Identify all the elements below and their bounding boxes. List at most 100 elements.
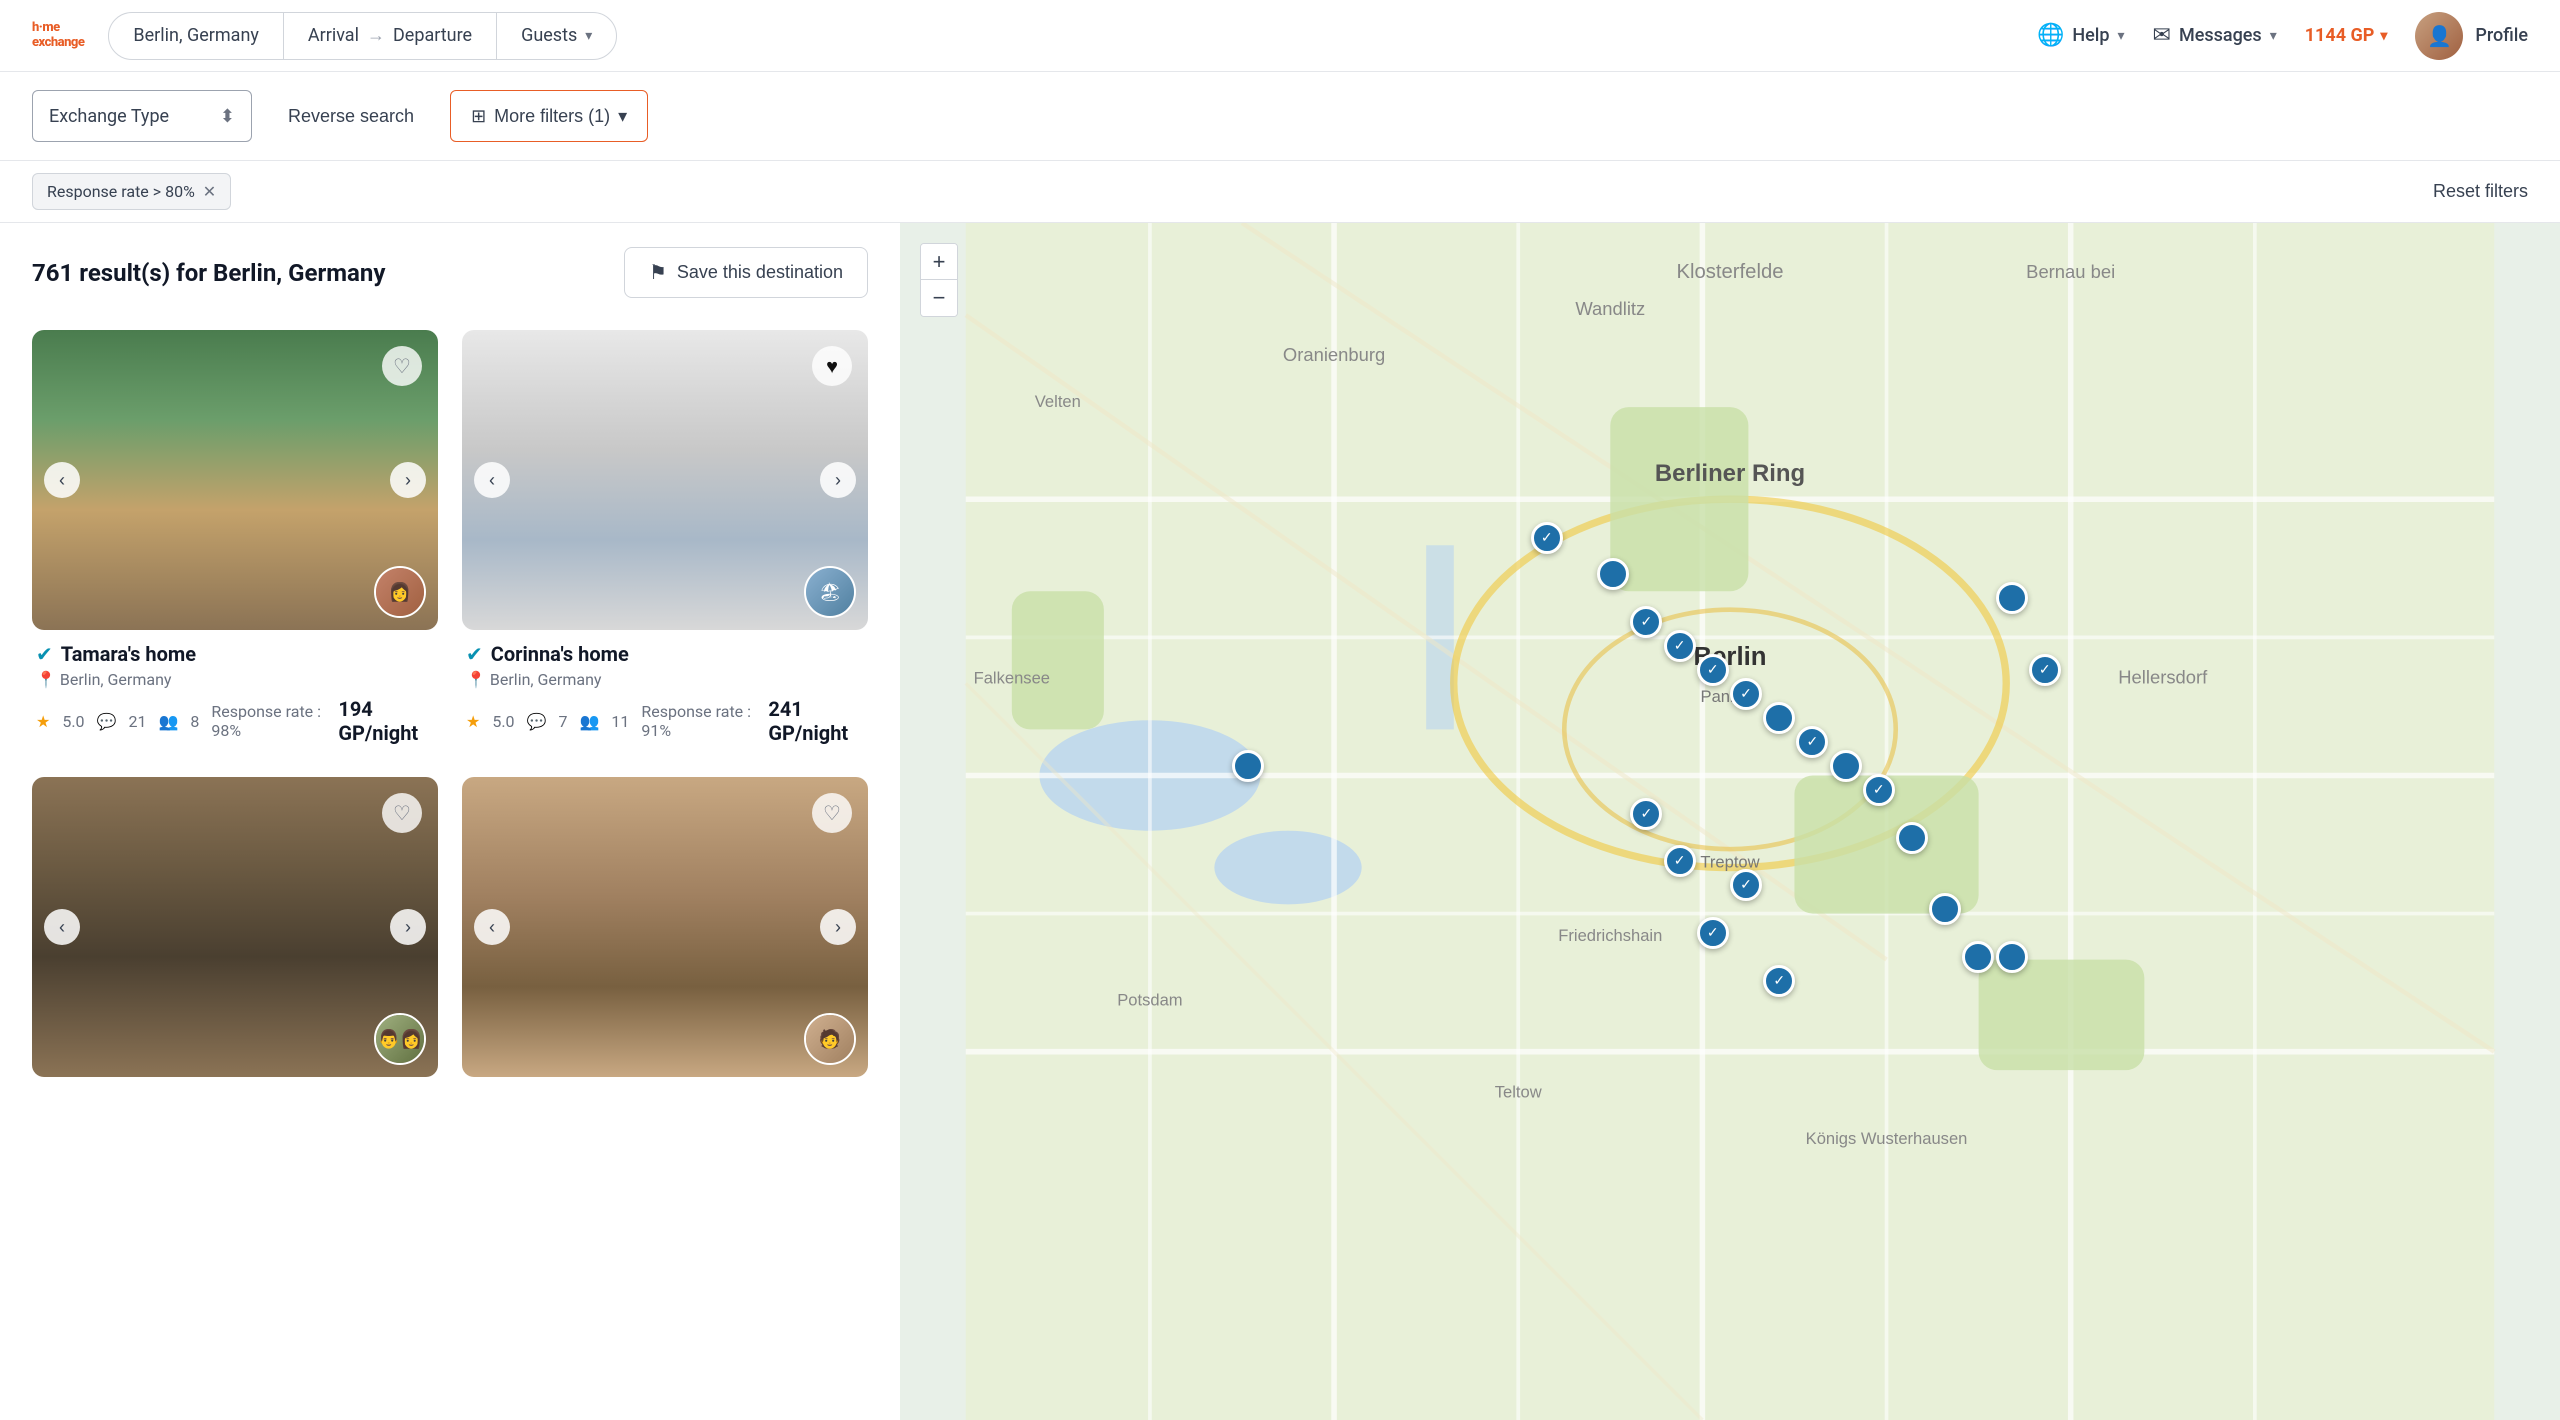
map-pin[interactable]: ✓ — [1863, 774, 1895, 806]
listing-title-row: ✔ Tamara's home — [36, 642, 434, 666]
guests-input[interactable]: Guests ▾ — [497, 13, 616, 59]
messages-button[interactable]: ✉ Messages ▾ — [2153, 23, 2277, 48]
listing-image-wrap: ‹ › ♥ 🏖 — [462, 330, 868, 630]
listings-panel: 761 result(s) for Berlin, Germany ⚑ Save… — [0, 223, 900, 1420]
next-image-button[interactable]: › — [390, 909, 426, 945]
zoom-in-button[interactable]: + — [921, 244, 957, 280]
map-pin[interactable] — [1896, 822, 1928, 854]
save-destination-button[interactable]: ⚑ Save this destination — [624, 247, 868, 298]
map-pin[interactable]: ✓ — [1796, 726, 1828, 758]
listing-image-wrap: ‹ › ♡ 👨‍👩‍ — [32, 777, 438, 1077]
logo-line2: exchange — [32, 36, 84, 50]
listing-price: 194 GP/night — [338, 697, 434, 745]
svg-text:Teltow: Teltow — [1495, 1083, 1542, 1102]
exchange-type-chevron-icon: ⬍ — [220, 106, 235, 127]
reverse-search-button[interactable]: Reverse search — [268, 90, 434, 142]
response-rate-filter-tag[interactable]: Response rate > 80% ✕ — [32, 173, 231, 210]
listing-info: ✔ Tamara's home 📍 Berlin, Germany ★ 5.0 … — [32, 630, 438, 753]
location-icon: 📍 — [466, 670, 486, 689]
reviews-icon: 💬 — [97, 712, 117, 731]
svg-text:Königs Wusterhausen: Königs Wusterhausen — [1806, 1129, 1968, 1148]
guests-chevron-icon: ▾ — [585, 28, 592, 44]
map-pin[interactable]: ✓ — [2029, 654, 2061, 686]
more-filters-chevron-icon: ▾ — [618, 106, 627, 127]
map-pin[interactable]: ✓ — [1664, 630, 1696, 662]
favorite-button[interactable]: ♡ — [812, 793, 852, 833]
prev-image-button[interactable]: ‹ — [44, 909, 80, 945]
svg-text:Berliner Ring: Berliner Ring — [1655, 460, 1805, 487]
map-pin[interactable] — [1830, 750, 1862, 782]
map-pin[interactable]: ✓ — [1531, 522, 1563, 554]
map-pin[interactable]: ✓ — [1697, 654, 1729, 686]
prev-image-button[interactable]: ‹ — [474, 462, 510, 498]
listing-card[interactable]: ‹ › ♡ 👨‍👩‍ — [32, 777, 438, 1167]
svg-text:Treptow: Treptow — [1700, 853, 1759, 872]
listing-card[interactable]: ‹ › ♡ 👩 ✔ Tamara's home 📍 Berlin, German… — [32, 330, 438, 753]
host-avatar: 👩 — [374, 566, 426, 618]
map-pin[interactable] — [1996, 582, 2028, 614]
listing-location: 📍 Berlin, Germany — [466, 670, 864, 689]
map-pin[interactable] — [1996, 941, 2028, 973]
verified-icon: ✔ — [36, 642, 53, 666]
profile-button[interactable]: 👤 Profile — [2415, 12, 2528, 60]
favorite-button[interactable]: ♥ — [812, 346, 852, 386]
listings-grid: ‹ › ♡ 👩 ✔ Tamara's home 📍 Berlin, German… — [0, 318, 900, 1179]
results-count: 761 result(s) for Berlin, Germany — [32, 259, 385, 287]
search-bar: Berlin, Germany Arrival → Departure Gues… — [108, 12, 617, 60]
listing-info: ✔ Corinna's home 📍 Berlin, Germany ★ 5.0… — [462, 630, 868, 753]
location-icon: 📍 — [36, 670, 56, 689]
svg-text:Oranienburg: Oranienburg — [1283, 344, 1385, 365]
star-icon: ★ — [466, 712, 480, 731]
help-button[interactable]: 🌐 Help ▾ — [2037, 23, 2125, 48]
favorite-button[interactable]: ♡ — [382, 346, 422, 386]
next-image-button[interactable]: › — [390, 462, 426, 498]
svg-text:Falkensee: Falkensee — [974, 668, 1050, 687]
filter-bar: Exchange Type ⬍ Reverse search ⊞ More fi… — [0, 72, 2560, 161]
rating: 5.0 — [492, 712, 514, 731]
more-filters-button[interactable]: ⊞ More filters (1) ▾ — [450, 90, 648, 142]
svg-text:Velten: Velten — [1035, 392, 1081, 411]
map-pin[interactable]: ✓ — [1630, 798, 1662, 830]
listing-image-wrap: ‹ › ♡ 🧑 — [462, 777, 868, 1077]
avatar-image: 👤 — [2415, 12, 2463, 60]
map-background: Klosterfelde Bernau bei Velten Oranienbu… — [900, 223, 2560, 1420]
listings-header: 761 result(s) for Berlin, Germany ⚑ Save… — [0, 223, 900, 318]
listing-meta: ★ 5.0 💬 21 👥 8 Response rate : 98% 194 G… — [36, 697, 434, 745]
map-pin[interactable]: ✓ — [1730, 678, 1762, 710]
map-panel: Klosterfelde Bernau bei Velten Oranienbu… — [900, 223, 2560, 1420]
svg-text:Klosterfelde: Klosterfelde — [1677, 261, 1784, 283]
reset-filters-button[interactable]: Reset filters — [2433, 181, 2528, 202]
listing-meta: ★ 5.0 💬 7 👥 11 Response rate : 91% 241 G… — [466, 697, 864, 745]
map-pin[interactable] — [1763, 702, 1795, 734]
gp-balance-button[interactable]: 1144 GP ▾ — [2305, 25, 2388, 46]
listing-location: 📍 Berlin, Germany — [36, 670, 434, 689]
location-input[interactable]: Berlin, Germany — [109, 13, 284, 59]
map-pin[interactable]: ✓ — [1697, 917, 1729, 949]
globe-icon: 🌐 — [2037, 23, 2064, 48]
logo[interactable]: h·me exchange — [32, 21, 84, 50]
rating: 5.0 — [62, 712, 84, 731]
map-pin[interactable] — [1232, 750, 1264, 782]
filter-icon: ⊞ — [471, 106, 486, 127]
guests-icon: 👥 — [579, 712, 599, 731]
exchange-type-select[interactable]: Exchange Type ⬍ — [32, 90, 252, 142]
map-pin[interactable]: ✓ — [1664, 845, 1696, 877]
host-avatar: 👨‍👩‍ — [374, 1013, 426, 1065]
gp-chevron-icon: ▾ — [2380, 28, 2387, 44]
star-icon: ★ — [36, 712, 50, 731]
prev-image-button[interactable]: ‹ — [44, 462, 80, 498]
remove-filter-icon[interactable]: ✕ — [203, 182, 216, 201]
next-image-button[interactable]: › — [820, 909, 856, 945]
prev-image-button[interactable]: ‹ — [474, 909, 510, 945]
verified-icon: ✔ — [466, 642, 483, 666]
listing-card[interactable]: ‹ › ♡ 🧑 — [462, 777, 868, 1167]
host-avatar: 🧑 — [804, 1013, 856, 1065]
next-image-button[interactable]: › — [820, 462, 856, 498]
main-layout: 761 result(s) for Berlin, Germany ⚑ Save… — [0, 223, 2560, 1420]
date-range-input[interactable]: Arrival → Departure — [284, 13, 497, 59]
zoom-out-button[interactable]: − — [921, 280, 957, 316]
messages-icon: ✉ — [2153, 23, 2171, 48]
listing-card[interactable]: ‹ › ♥ 🏖 ✔ Corinna's home 📍 Berlin, Germa… — [462, 330, 868, 753]
favorite-button[interactable]: ♡ — [382, 793, 422, 833]
reviews-icon: 💬 — [527, 712, 547, 731]
